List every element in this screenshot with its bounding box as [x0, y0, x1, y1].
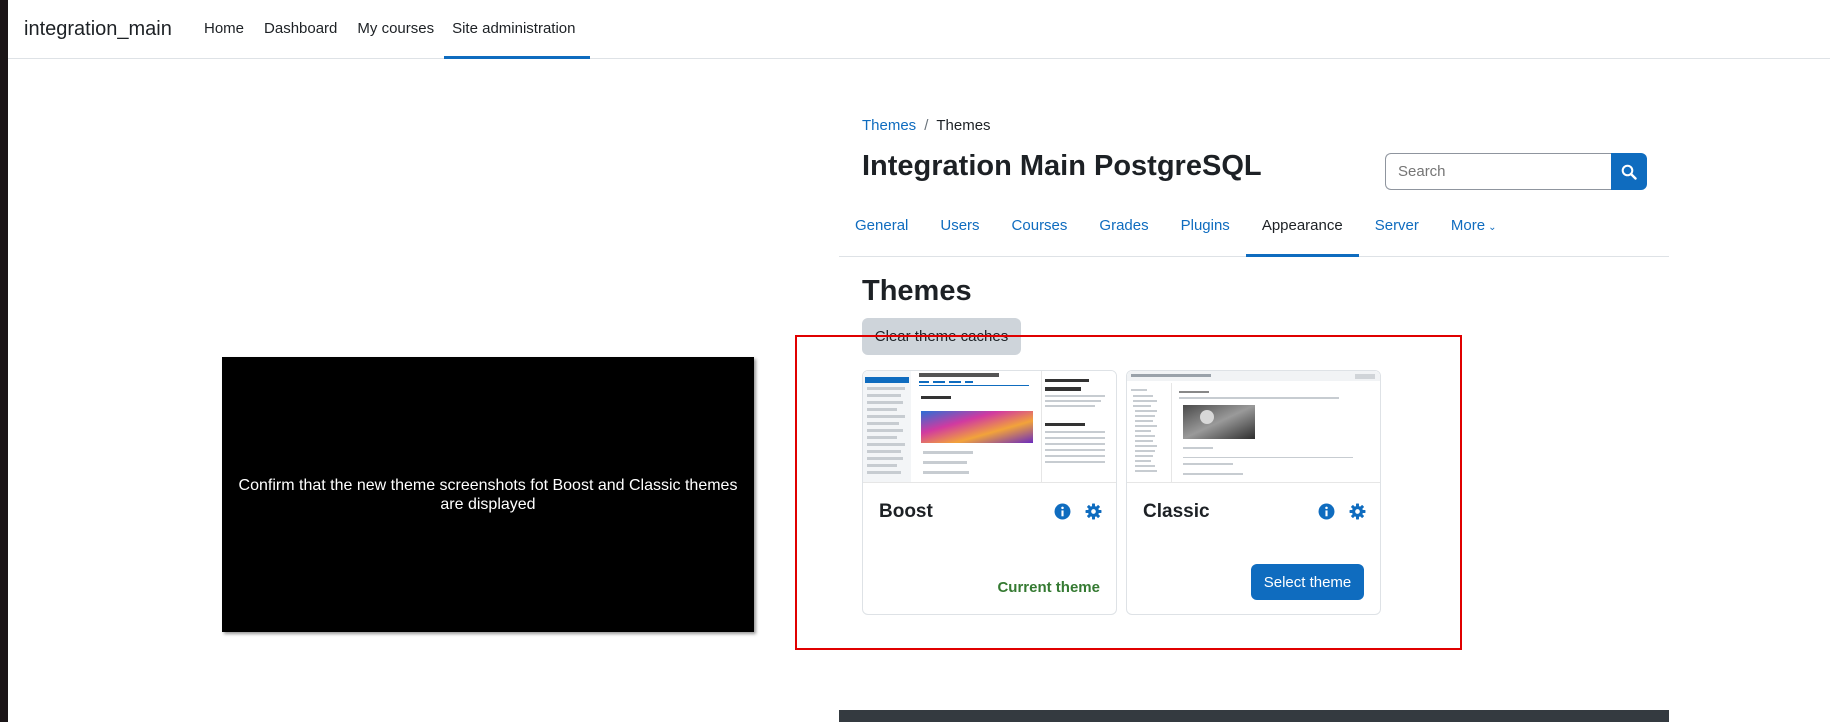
admin-tabs: General Users Courses Grades Plugins App…: [839, 208, 1669, 257]
tab-courses[interactable]: Courses: [996, 208, 1084, 257]
theme-name-classic: Classic: [1143, 501, 1210, 522]
select-theme-button[interactable]: Select theme: [1251, 564, 1364, 600]
admin-search: [1385, 153, 1647, 190]
classic-screenshot: [1127, 371, 1380, 483]
breadcrumb-current: Themes: [936, 117, 991, 134]
tab-appearance[interactable]: Appearance: [1245, 208, 1359, 257]
tab-more[interactable]: More ⌄: [1435, 208, 1513, 257]
search-button[interactable]: [1611, 153, 1647, 190]
primary-navigation: Home Dashboard My courses Site administr…: [194, 0, 590, 59]
search-input[interactable]: [1385, 153, 1611, 190]
gear-icon[interactable]: [1085, 503, 1102, 520]
classic-actions: [1318, 503, 1366, 520]
video-overlay: Confirm that the new theme screenshots f…: [222, 357, 754, 632]
breadcrumb-separator: /: [924, 117, 929, 134]
theme-card-boost: Boost Current theme: [862, 370, 1117, 615]
section-title: Themes: [862, 275, 972, 307]
boost-actions: [1054, 503, 1102, 520]
info-icon[interactable]: [1054, 503, 1071, 520]
search-icon: [1621, 164, 1637, 180]
top-navbar: integration_main Home Dashboard My cours…: [8, 0, 1830, 59]
video-caption: Confirm that the new theme screenshots f…: [238, 476, 738, 513]
breadcrumb-link-themes[interactable]: Themes: [862, 117, 916, 134]
tab-grades[interactable]: Grades: [1083, 208, 1164, 257]
boost-screenshot: [863, 371, 1116, 483]
current-theme-label: Current theme: [997, 579, 1100, 596]
breadcrumb: Themes / Themes: [862, 117, 991, 134]
gear-icon[interactable]: [1349, 503, 1366, 520]
tab-plugins[interactable]: Plugins: [1165, 208, 1246, 257]
nav-site-administration[interactable]: Site administration: [444, 0, 590, 59]
page-title: Integration Main PostgreSQL: [862, 150, 1262, 182]
window-edge: [0, 0, 8, 722]
theme-card-classic: Classic Select theme: [1126, 370, 1381, 615]
nav-home[interactable]: Home: [194, 0, 254, 59]
nav-dashboard[interactable]: Dashboard: [254, 0, 347, 59]
tab-general[interactable]: General: [839, 208, 924, 257]
theme-name-boost: Boost: [879, 501, 933, 522]
tab-more-label: More: [1450, 217, 1486, 234]
nav-my-courses[interactable]: My courses: [347, 0, 444, 59]
tab-users[interactable]: Users: [924, 208, 995, 257]
info-icon[interactable]: [1318, 503, 1335, 520]
page-footer: [839, 710, 1669, 722]
tab-server[interactable]: Server: [1359, 208, 1435, 257]
chevron-down-icon: ⌄: [1488, 222, 1497, 233]
site-brand[interactable]: integration_main: [24, 18, 172, 41]
